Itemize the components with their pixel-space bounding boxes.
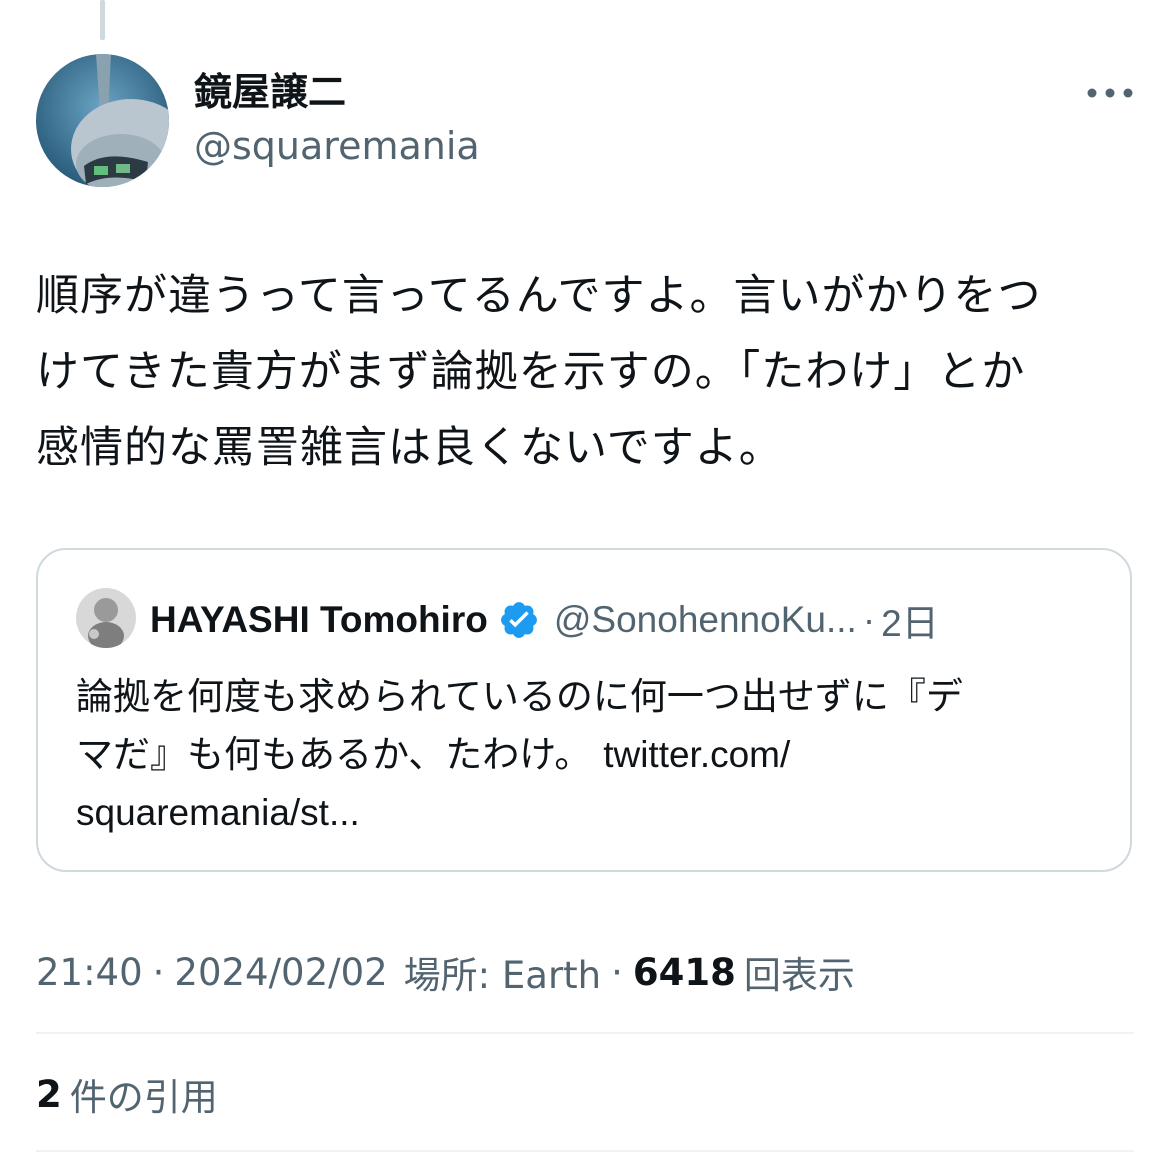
tweet-metadata: 21:40 · 2024/02/02 場所: Earth · 6418 回表示 [36,944,855,1000]
quoted-text-line: マだ』も何もあるか、たわけ。 twitter.com/ [76,726,1106,784]
author-name[interactable]: 鏡屋譲二 [194,66,346,118]
quote-count: 2 [36,1072,62,1116]
more-options-button[interactable] [1080,78,1140,108]
quoted-tweet-header: HAYASHI Tomohiro @SonohennoKu... · 2日 [150,592,1110,648]
author-handle[interactable]: @squaremania [194,120,480,172]
quoted-link[interactable]: twitter.com/ [603,734,790,775]
quoted-tweet-text: 論拠を何度も求められているのに何一つ出せずに『デ マだ』も何もあるか、たわけ。 … [76,668,1106,842]
tweet-text-line: 順序が違うって言ってるんですよ。言いがかりをつ [36,271,1042,321]
views-label: 回表示 [743,954,855,997]
quoted-author-handle[interactable]: @SonohennoKu... [554,599,857,641]
quoted-tweet-card[interactable]: HAYASHI Tomohiro @SonohennoKu... · 2日 論拠… [36,548,1132,872]
quoted-author-avatar[interactable] [76,588,136,648]
tweet-date[interactable]: 2024/02/02 [174,951,387,994]
quoted-author-name[interactable]: HAYASHI Tomohiro [150,599,488,641]
divider [36,1032,1134,1034]
tweet-text-line: 感情的な罵詈雑言は良くないですよ。 [36,423,783,473]
verified-badge-icon [498,599,540,641]
quote-label: 件の引用 [69,1076,218,1119]
meta-separator: · [611,950,623,994]
meta-separator: · [152,950,165,994]
quoted-link-continued[interactable]: squaremania/st... [76,784,1106,842]
quoted-text-line: 論拠を何度も求められているのに何一つ出せずに『デ [76,675,963,718]
thread-connector-line [100,0,105,40]
views-count: 6418 [632,950,736,994]
quoted-text-fragment: マだ』も何もあるか、たわけ。 [76,733,592,776]
quote-tweets-link[interactable]: 2 件の引用 [36,1066,218,1122]
author-avatar[interactable] [36,54,169,187]
tweet-location: 場所: Earth [403,954,602,997]
divider [36,1150,1134,1152]
quoted-separator: · [862,599,876,640]
more-horizontal-icon [1087,88,1133,98]
tweet-text: 順序が違うって言ってるんですよ。言いがかりをつ けてきた貴方がまず論拠を示すの。… [36,258,1140,486]
tweet-text-line: けてきた貴方がまず論拠を示すの。「たわけ」とか [36,347,1026,397]
tweet-time[interactable]: 21:40 [36,951,143,994]
quoted-timestamp[interactable]: 2日 [881,593,939,647]
